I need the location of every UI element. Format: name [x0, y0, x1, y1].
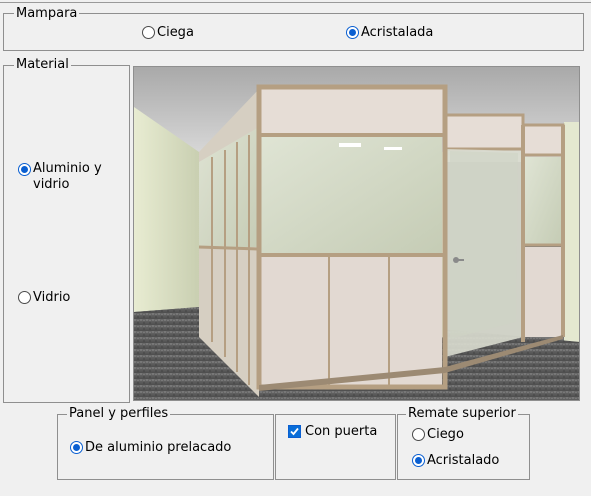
- radio-remate-ciego-label: Ciego: [427, 427, 464, 442]
- checkmark-icon: [290, 427, 299, 436]
- panel-perfiles-legend: Panel y perfiles: [67, 406, 171, 421]
- remate-superior-group: [397, 414, 530, 480]
- radio-material-vidrio-label: Vidrio: [33, 290, 71, 305]
- radio-mampara-acristalada-label: Acristalada: [361, 25, 434, 40]
- radio-mampara-ciega[interactable]: Ciega: [142, 25, 194, 40]
- radio-material-aluminio-vidrio-label-line1: Aluminio y: [33, 161, 102, 176]
- radio-material-vidrio[interactable]: Vidrio: [18, 290, 70, 305]
- radio-remate-acristalado[interactable]: Acristalado: [412, 453, 499, 468]
- radio-remate-acristalado-label: Acristalado: [427, 453, 500, 468]
- radio-material-aluminio-vidrio[interactable]: Aluminio y vidrio: [18, 161, 102, 193]
- radio-panel-aluminio-prelacado-label: De aluminio prelacado: [85, 440, 232, 455]
- top-divider: [0, 2, 591, 3]
- radio-remate-ciego[interactable]: Ciego: [412, 427, 464, 442]
- partition-preview-image: [133, 66, 580, 401]
- radio-mampara-acristalada[interactable]: Acristalada: [346, 25, 433, 40]
- radio-remate-acristalado-dot[interactable]: [412, 454, 425, 467]
- radio-panel-aluminio-prelacado[interactable]: De aluminio prelacado: [70, 440, 231, 455]
- radio-material-vidrio-dot[interactable]: [18, 291, 31, 304]
- radio-mampara-ciega-dot[interactable]: [142, 26, 155, 39]
- radio-material-aluminio-vidrio-label-line2: vidrio: [33, 177, 70, 192]
- con-puerta-checkbox-box[interactable]: [288, 425, 301, 438]
- con-puerta-label: Con puerta: [305, 424, 378, 439]
- radio-mampara-ciega-label: Ciega: [157, 25, 194, 40]
- radio-material-aluminio-vidrio-dot[interactable]: [18, 163, 31, 176]
- mampara-legend: Mampara: [14, 6, 80, 21]
- mampara-group: [3, 13, 584, 51]
- radio-remate-ciego-dot[interactable]: [412, 428, 425, 441]
- con-puerta-checkbox[interactable]: Con puerta: [288, 424, 377, 439]
- material-legend: Material: [14, 57, 71, 72]
- office-partition-render-icon: [134, 67, 579, 400]
- radio-mampara-acristalada-dot[interactable]: [346, 26, 359, 39]
- radio-panel-aluminio-prelacado-dot[interactable]: [70, 441, 83, 454]
- remate-superior-legend: Remate superior: [406, 406, 518, 421]
- material-group: [3, 65, 130, 403]
- radio-material-aluminio-vidrio-label: Aluminio y vidrio: [33, 161, 102, 193]
